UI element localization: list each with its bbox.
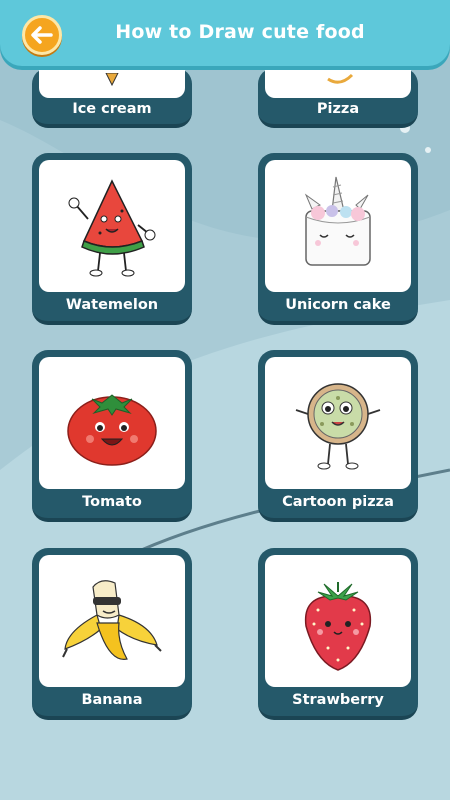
food-thumbnail (265, 68, 411, 98)
watermelon-slice-icon (68, 179, 156, 277)
tomato-icon (67, 394, 157, 466)
pizza-slice-icon (327, 73, 354, 84)
food-thumbnail (265, 555, 411, 687)
food-card-label: Cartoon pizza (282, 494, 394, 510)
food-card-tomato[interactable]: Tomato (32, 350, 192, 522)
food-thumbnail (39, 160, 185, 292)
food-card-pizza[interactable]: Pizza (258, 68, 418, 128)
food-thumbnail (265, 160, 411, 292)
food-card-label: Watemelon (65, 297, 159, 313)
food-card-ice-cream[interactable]: Ice cream (32, 68, 192, 128)
food-card-cartoon-pizza[interactable]: Cartoon pizza (258, 350, 418, 522)
food-thumbnail (39, 68, 185, 98)
unicorn-cake-icon (304, 176, 371, 266)
strawberry-icon (304, 582, 372, 671)
food-card-unicorn-cake[interactable]: Unicorn cake (258, 153, 418, 325)
food-card-watermelon[interactable]: Watemelon (32, 153, 192, 325)
food-card-label: Ice cream (72, 101, 152, 117)
back-button[interactable] (22, 15, 62, 55)
food-card-banana[interactable]: Banana (32, 548, 192, 720)
food-card-label: Banana (81, 692, 143, 708)
food-card-label: Pizza (316, 101, 360, 117)
food-card-strawberry[interactable]: Strawberry (258, 548, 418, 720)
food-thumbnail (39, 555, 185, 687)
food-thumbnail (265, 357, 411, 489)
cartoon-pizza-icon (295, 383, 381, 470)
food-thumbnail (39, 357, 185, 489)
page-title: How to Draw cute food (115, 21, 365, 43)
arrow-left-icon (31, 26, 53, 44)
food-grid: Ice cream Pizza Watemelon Unicorn cake T… (0, 0, 450, 800)
banana-icon (62, 580, 162, 660)
food-card-label: Tomato (82, 494, 142, 510)
ice-cream-icon (105, 73, 119, 87)
app-header: How to Draw cute food (0, 0, 450, 66)
food-card-label: Unicorn cake (285, 297, 391, 313)
food-card-label: Strawberry (292, 692, 384, 708)
